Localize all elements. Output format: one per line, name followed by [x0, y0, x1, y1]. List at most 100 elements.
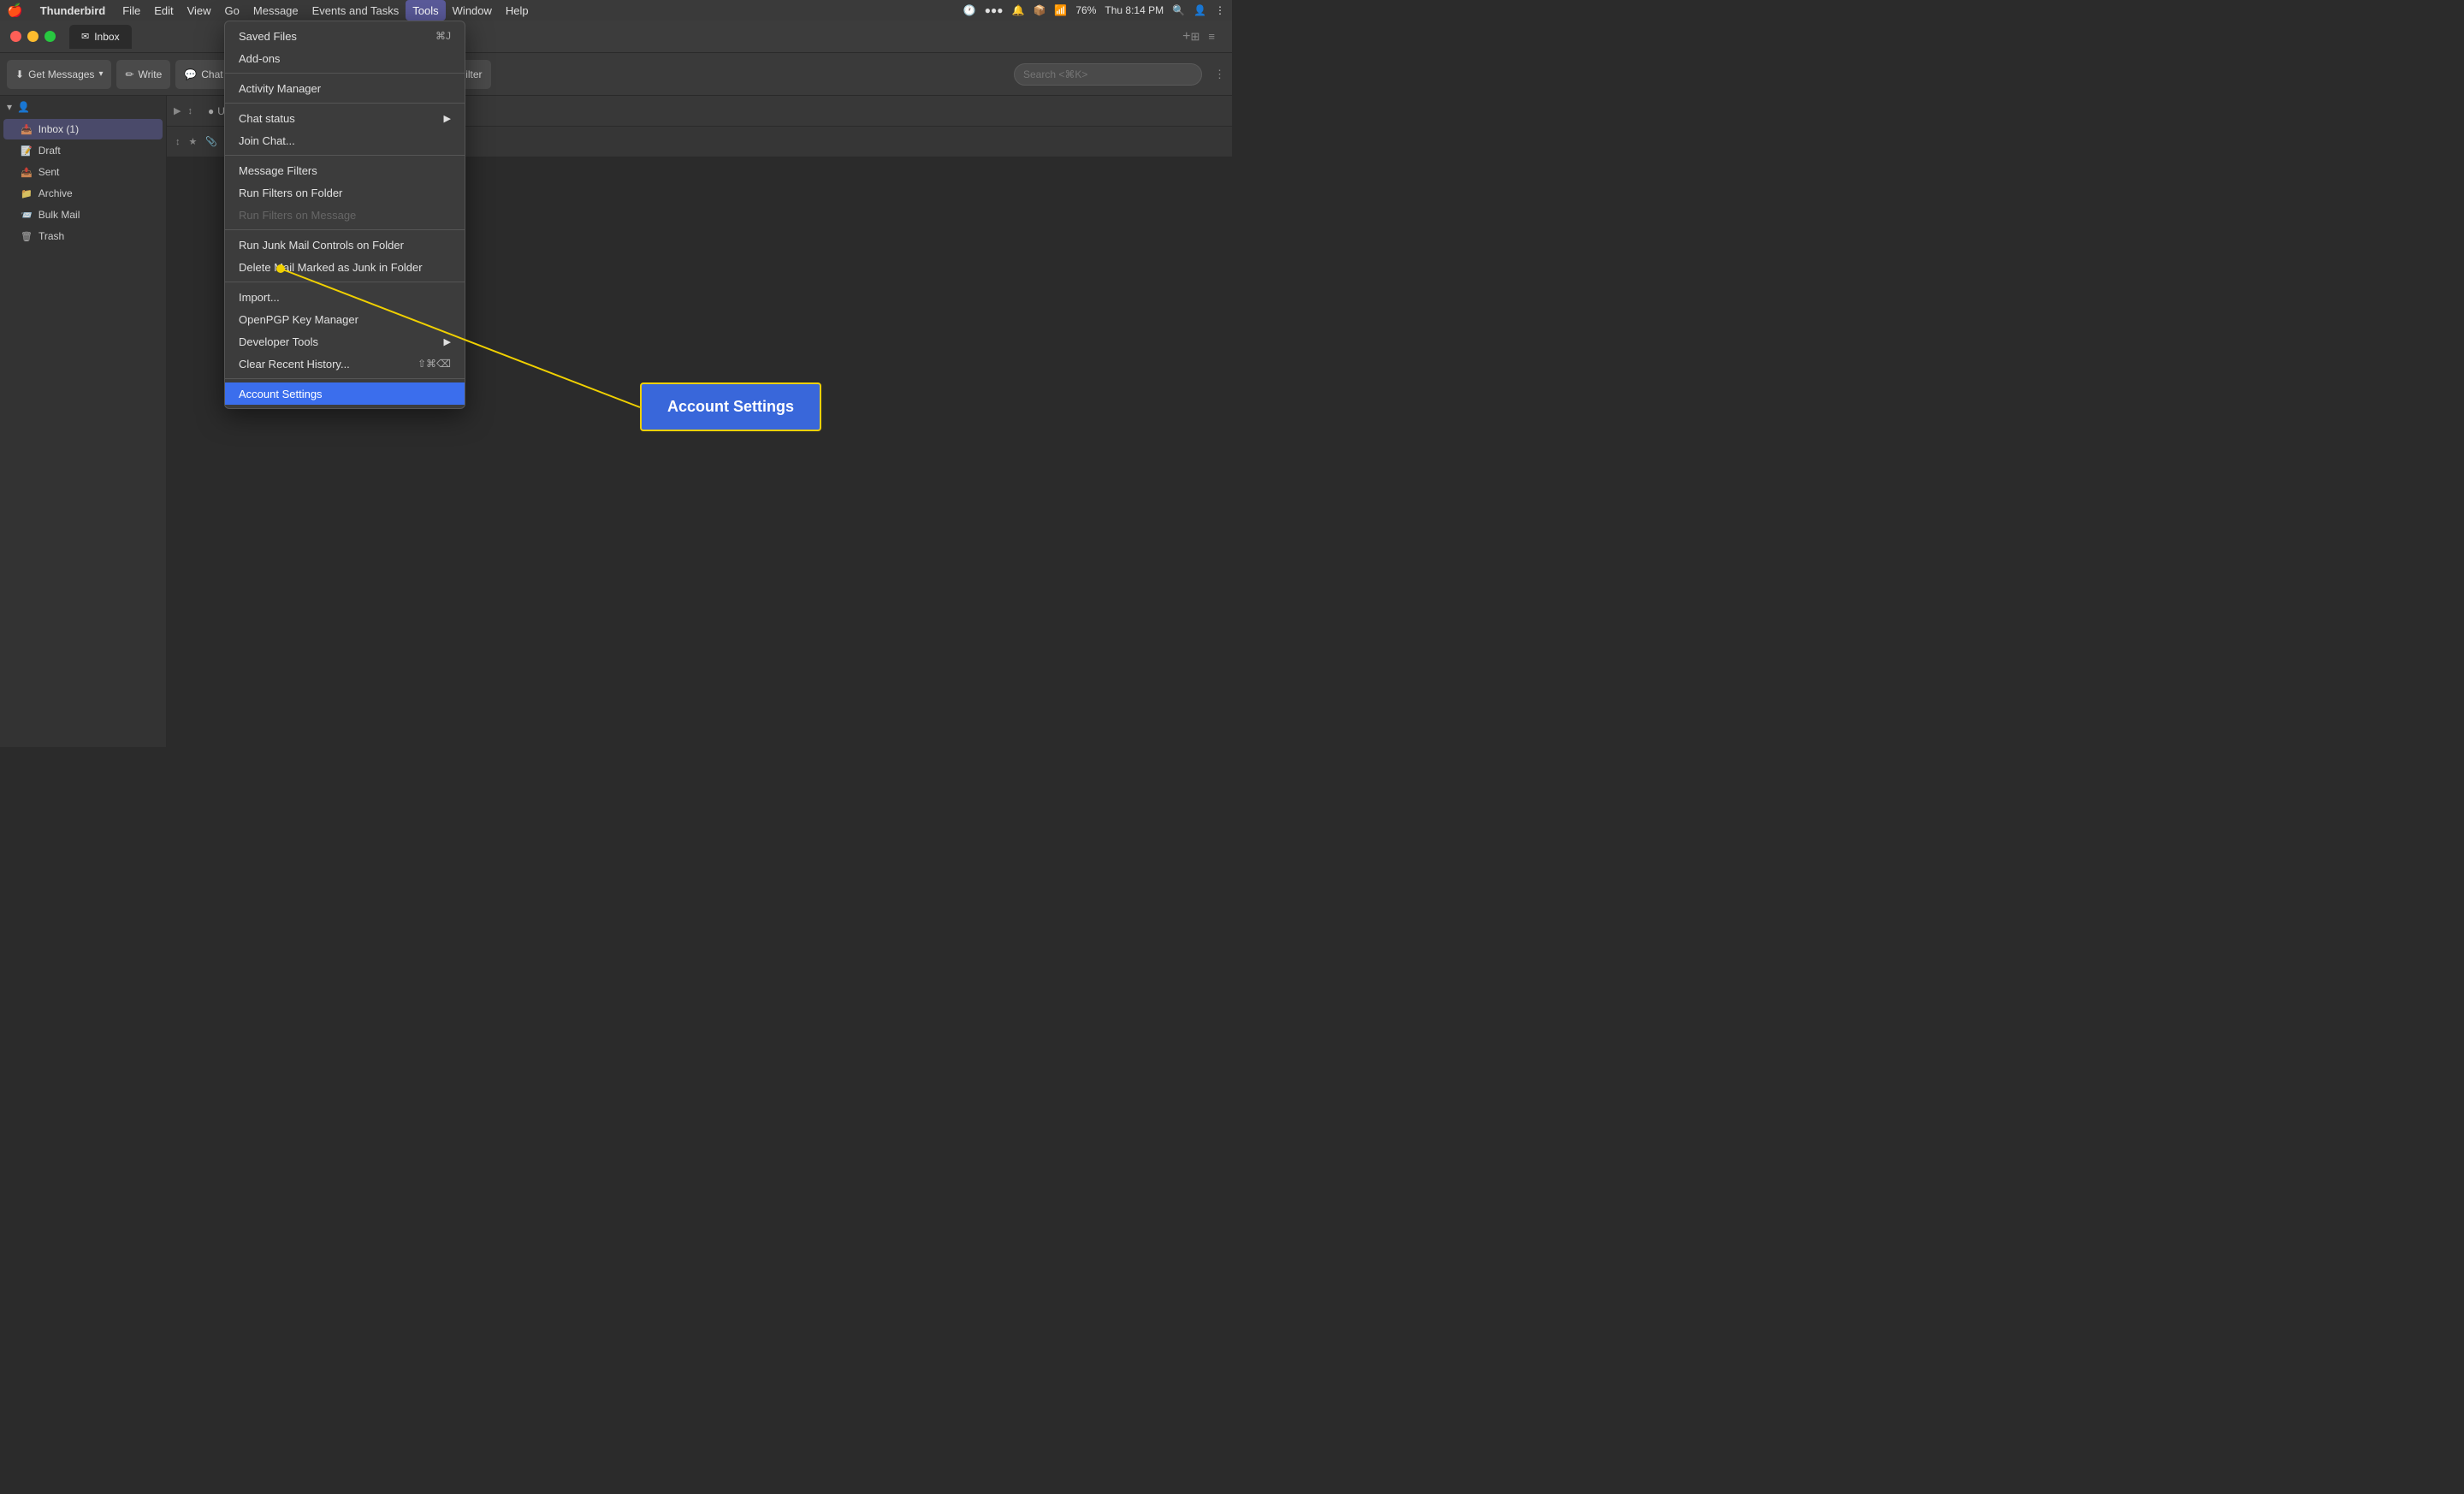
titlebar-grid-icon[interactable]: ⊞: [1191, 30, 1200, 44]
maximize-button[interactable]: [44, 31, 56, 42]
sidebar-item-bulk-mail[interactable]: 📨 Bulk Mail: [3, 205, 163, 225]
tools-dropdown-menu[interactable]: Saved Files ⌘J Add-ons Activity Manager …: [224, 21, 465, 409]
menu-addons-label: Add-ons: [239, 52, 280, 65]
menu-activity-manager[interactable]: Activity Manager: [225, 77, 465, 99]
menu-join-chat[interactable]: Join Chat...: [225, 129, 465, 151]
menu-join-chat-label: Join Chat...: [239, 134, 295, 147]
sidebar-item-draft[interactable]: 📝 Draft: [3, 140, 163, 161]
menu-dropbox-icon: 📦: [1033, 4, 1045, 16]
search-input[interactable]: [1014, 63, 1202, 86]
get-messages-button[interactable]: ⬇ Get Messages ▾: [7, 60, 111, 89]
menu-activity-manager-label: Activity Manager: [239, 82, 321, 95]
menu-account-settings[interactable]: Account Settings: [225, 382, 465, 405]
sidebar-draft-icon: 📝: [21, 145, 33, 157]
tab-inbox-label: Inbox: [94, 31, 119, 43]
close-button[interactable]: [10, 31, 21, 42]
menu-run-filters-folder[interactable]: Run Filters on Folder: [225, 181, 465, 204]
col-thread-icon: ↕: [175, 137, 181, 147]
menu-account-settings-label: Account Settings: [239, 388, 323, 400]
sidebar-sent-icon: 📤: [21, 167, 33, 178]
sidebar: ▾ 👤 📥 Inbox (1) 📝 Draft 📤 Sent 📁 Archive: [0, 96, 167, 747]
menu-grid-icon[interactable]: ⋮: [1215, 4, 1225, 16]
menu-run-filters-message-label: Run Filters on Message: [239, 209, 356, 222]
sidebar-bulk-mail-label: Bulk Mail: [38, 209, 80, 221]
menu-go[interactable]: Go: [218, 0, 246, 21]
minimize-button[interactable]: [27, 31, 38, 42]
menu-message-filters-label: Message Filters: [239, 164, 317, 177]
sidebar-account-icon: 👤: [17, 101, 30, 113]
menu-chat-status-label: Chat status: [239, 112, 295, 125]
menu-help[interactable]: Help: [499, 0, 536, 21]
filter-sort-icon: ↕: [187, 106, 192, 116]
menubar-right: 🕐 ●●● 🔔 📦 📶 76% Thu 8:14 PM 🔍 👤 ⋮: [963, 4, 1225, 16]
chat-label: Chat: [201, 68, 222, 80]
apple-menu-icon[interactable]: 🍎: [7, 3, 23, 18]
col-attachment-icon[interactable]: 📎: [205, 136, 217, 147]
menu-run-filters-folder-label: Run Filters on Folder: [239, 187, 342, 199]
menu-edit[interactable]: Edit: [147, 0, 180, 21]
write-button[interactable]: ✏ Write: [116, 60, 170, 89]
sidebar-sent-label: Sent: [38, 166, 60, 178]
menu-sep-1: [225, 73, 465, 74]
menu-saved-files[interactable]: Saved Files ⌘J: [225, 25, 465, 47]
menu-dev-tools-label: Developer Tools: [239, 335, 318, 348]
sidebar-item-archive[interactable]: 📁 Archive: [3, 183, 163, 204]
sidebar-item-inbox[interactable]: 📥 Inbox (1): [3, 119, 163, 139]
sidebar-trash-icon: 🗑: [21, 231, 33, 242]
sidebar-archive-label: Archive: [38, 187, 73, 199]
menu-saved-files-label: Saved Files: [239, 30, 297, 43]
new-tab-icon[interactable]: +: [1182, 29, 1190, 44]
menu-run-junk-controls[interactable]: Run Junk Mail Controls on Folder: [225, 234, 465, 256]
menu-run-junk-controls-label: Run Junk Mail Controls on Folder: [239, 239, 404, 252]
menu-status: ●●●: [985, 4, 1004, 16]
write-icon: ✏: [125, 68, 133, 80]
col-star-icon[interactable]: ★: [189, 136, 198, 147]
menu-clear-history[interactable]: Clear Recent History... ⇧⌘⌫: [225, 353, 465, 375]
menu-file[interactable]: File: [116, 0, 147, 21]
menu-addons[interactable]: Add-ons: [225, 47, 465, 69]
menu-search-icon[interactable]: 🔍: [1172, 4, 1185, 16]
menu-view[interactable]: View: [181, 0, 218, 21]
menu-sep-4: [225, 229, 465, 230]
menu-message-filters[interactable]: Message Filters: [225, 159, 465, 181]
traffic-lights: [10, 31, 56, 42]
get-messages-arrow: ▾: [98, 69, 103, 79]
menu-delete-junk[interactable]: Delete Mail Marked as Junk in Folder: [225, 256, 465, 278]
menu-run-filters-message: Run Filters on Message: [225, 204, 465, 226]
titlebar: ✉ Inbox + ⊞ ≡: [0, 21, 1232, 53]
sidebar-item-trash[interactable]: 🗑 Trash: [3, 226, 163, 246]
sidebar-draft-label: Draft: [38, 145, 61, 157]
menu-chat-status[interactable]: Chat status ▶: [225, 107, 465, 129]
titlebar-list-icon[interactable]: ≡: [1208, 30, 1215, 44]
menu-import[interactable]: Import...: [225, 286, 465, 308]
menu-sep-2: [225, 103, 465, 104]
menu-clock-icon: 🕐: [963, 4, 976, 16]
menu-user-icon[interactable]: 👤: [1194, 4, 1206, 16]
menu-dev-tools[interactable]: Developer Tools ▶: [225, 330, 465, 353]
sidebar-inbox-label: Inbox (1): [38, 123, 79, 135]
menu-events-tasks[interactable]: Events and Tasks: [305, 0, 406, 21]
get-messages-label: Get Messages: [28, 68, 94, 80]
chat-icon: 💬: [184, 68, 197, 80]
menu-window[interactable]: Window: [446, 0, 499, 21]
menu-openpgp-label: OpenPGP Key Manager: [239, 313, 358, 326]
toolbar-menu-icon[interactable]: ⋮: [1214, 68, 1225, 81]
sidebar-item-sent[interactable]: 📤 Sent: [3, 162, 163, 182]
app-name[interactable]: Thunderbird: [33, 0, 113, 21]
main-window: ✉ Inbox + ⊞ ≡ ⬇ Get Messages ▾ ✏ Write 💬…: [0, 21, 1232, 747]
menu-chat-status-arrow: ▶: [444, 113, 451, 124]
menu-openpgp[interactable]: OpenPGP Key Manager: [225, 308, 465, 330]
write-label: Write: [139, 68, 163, 80]
sidebar-inbox-icon: 📥: [21, 124, 33, 135]
sidebar-archive-icon: 📁: [21, 188, 33, 199]
menubar: 🍎 Thunderbird File Edit View Go Message …: [0, 0, 1232, 21]
menu-message[interactable]: Message: [246, 0, 305, 21]
sidebar-account[interactable]: ▾ 👤: [0, 96, 166, 118]
menu-notification-icon: 🔔: [1012, 4, 1025, 16]
menu-wifi-icon: 📶: [1054, 4, 1067, 16]
tab-inbox[interactable]: ✉ Inbox: [69, 25, 132, 49]
chat-button[interactable]: 💬 Chat: [175, 60, 231, 89]
menu-tools[interactable]: Tools: [406, 0, 445, 21]
menu-import-label: Import...: [239, 291, 280, 304]
menu-clear-history-shortcut: ⇧⌘⌫: [418, 358, 451, 370]
